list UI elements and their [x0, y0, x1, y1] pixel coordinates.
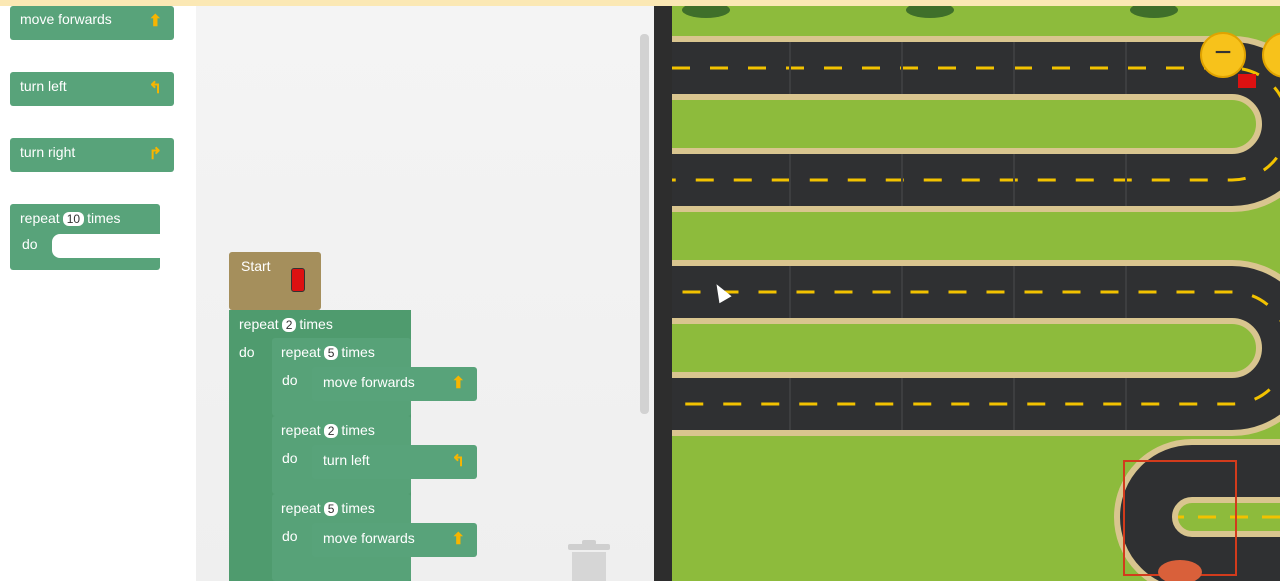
road-map: [672, 6, 1280, 581]
inner2-repeat-label: repeat 2 times: [281, 422, 375, 438]
block-label: turn left: [20, 78, 67, 94]
repeat-label: repeat 10 times: [20, 210, 121, 226]
turn-left-icon: ↰: [451, 453, 465, 470]
block-label: move forwards: [323, 530, 415, 546]
repeat-word: repeat: [281, 422, 321, 438]
start-block[interactable]: Start: [229, 252, 321, 310]
times-word: times: [341, 422, 375, 438]
repeat-count-field[interactable]: 10: [62, 212, 85, 226]
times-word: times: [87, 210, 121, 226]
outer-repeat-label: repeat 2 times: [239, 316, 333, 332]
car-icon: [291, 268, 305, 292]
outer-repeat-count-field[interactable]: 2: [281, 318, 297, 332]
zoom-out-button[interactable]: −: [1200, 32, 1246, 78]
toolbox-turn-left-block[interactable]: turn left ↰: [10, 72, 174, 106]
block-label: turn right: [20, 144, 76, 160]
times-word: times: [341, 500, 375, 516]
outer-do-label: do: [239, 344, 255, 360]
inner1-repeat-label: repeat 5 times: [281, 344, 375, 360]
repeat-word: repeat: [239, 316, 279, 332]
trash-icon[interactable]: [566, 540, 612, 581]
block-label: move forwards: [323, 374, 415, 390]
inner3-do-label: do: [282, 528, 298, 544]
block-label: move forwards: [20, 11, 112, 27]
arrow-up-icon: ⬆: [451, 531, 465, 548]
times-word: times: [341, 344, 375, 360]
inner1-count-field[interactable]: 5: [323, 346, 339, 360]
inner3-repeat-label: repeat 5 times: [281, 500, 375, 516]
workspace-scrollbar[interactable]: [640, 34, 649, 414]
repeat-word: repeat: [281, 344, 321, 360]
start-label: Start: [241, 258, 271, 274]
move-forwards-block-2[interactable]: move forwards ⬆: [312, 523, 477, 557]
panel-divider[interactable]: [654, 6, 672, 581]
road-map-canvas: [672, 6, 1280, 581]
inner2-do-label: do: [282, 450, 298, 466]
times-word: times: [299, 316, 333, 332]
turn-left-block-1[interactable]: turn left ↰: [312, 445, 477, 479]
turn-right-icon: ↱: [148, 146, 162, 163]
inner1-do-label: do: [282, 372, 298, 388]
toolbox-turn-right-block[interactable]: turn right ↱: [10, 138, 174, 172]
repeat-slot: [52, 234, 160, 258]
inner3-count-field[interactable]: 5: [323, 502, 339, 516]
toolbox-move-forwards-block[interactable]: move forwards ⬆: [10, 6, 174, 40]
toolbox-repeat-block[interactable]: repeat 10 times do: [10, 204, 160, 270]
car-icon: [1238, 74, 1256, 88]
block-toolbox: move forwards ⬆ turn left ↰ turn right ↱…: [0, 6, 196, 581]
move-forwards-block-1[interactable]: move forwards ⬆: [312, 367, 477, 401]
arrow-up-icon: ⬆: [451, 375, 465, 392]
block-label: turn left: [323, 452, 370, 468]
repeat-word: repeat: [281, 500, 321, 516]
inner2-count-field[interactable]: 2: [323, 424, 339, 438]
repeat-word: repeat: [20, 210, 60, 226]
do-label: do: [22, 236, 38, 252]
arrow-up-icon: ⬆: [148, 13, 162, 30]
turn-left-icon: ↰: [148, 80, 162, 97]
